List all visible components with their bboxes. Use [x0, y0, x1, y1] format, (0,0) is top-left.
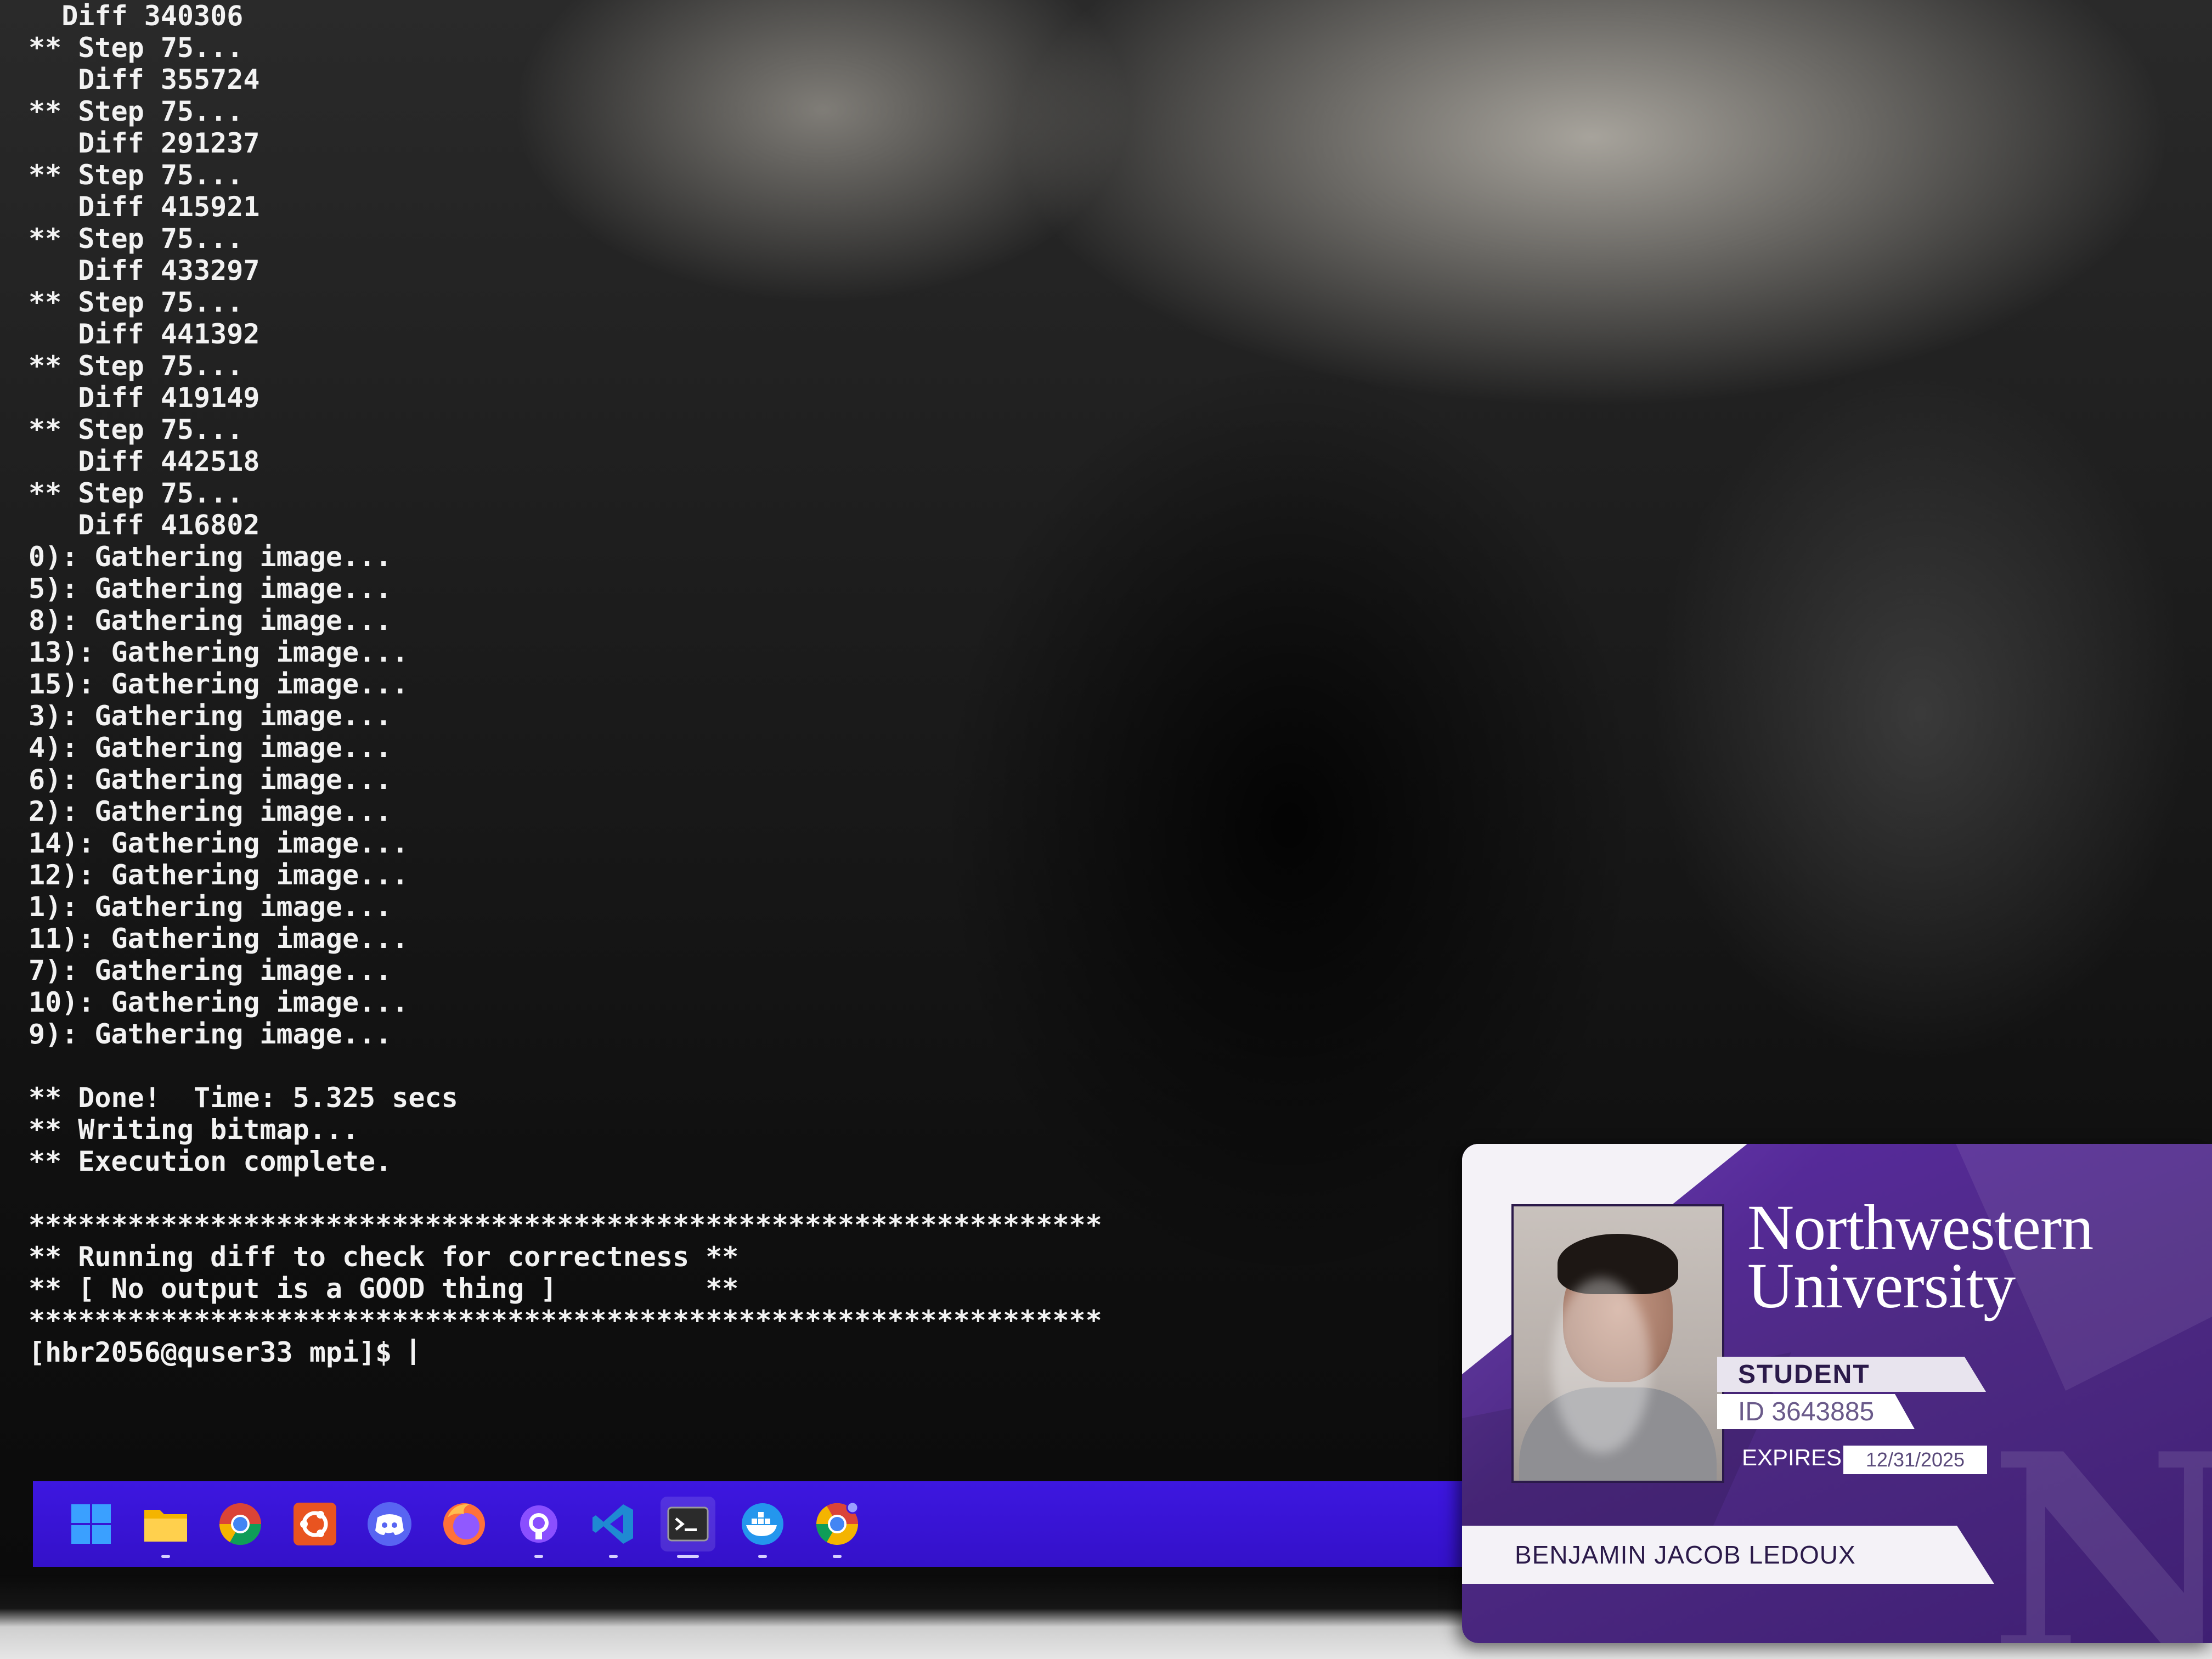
terminal-line: Diff 433297	[29, 255, 260, 286]
taskbar-item-firefox[interactable]	[437, 1497, 492, 1551]
terminal-line: Diff 355724	[29, 64, 260, 95]
taskbar-item-chrome[interactable]	[213, 1497, 268, 1551]
terminal-line: 7): Gathering image...	[29, 955, 392, 986]
taskbar-item-vscode[interactable]	[586, 1497, 641, 1558]
terminal-line: 6): Gathering image...	[29, 764, 392, 795]
running-indicator	[833, 1555, 842, 1558]
terminal-line: 1): Gathering image...	[29, 891, 392, 923]
taskbar-item-github-desktop[interactable]	[511, 1497, 566, 1558]
file-explorer-icon	[144, 1510, 187, 1542]
university-name: Northwestern University	[1747, 1192, 2094, 1322]
discord-icon	[368, 1502, 411, 1546]
taskbar-item-chrome-canary[interactable]	[810, 1497, 865, 1558]
taskbar-item-start[interactable]	[64, 1497, 119, 1551]
terminal-line: ** Step 75...	[29, 414, 244, 445]
taskbar-item-ubuntu[interactable]	[287, 1497, 342, 1551]
terminal-line: 5): Gathering image...	[29, 573, 392, 605]
running-indicator	[161, 1555, 170, 1558]
terminal-line: Diff 419149	[29, 382, 260, 414]
expires-date: 12/31/2025	[1843, 1446, 1987, 1474]
terminal-line: ** Done! Time: 5.325 secs	[29, 1082, 458, 1114]
terminal-line: 0): Gathering image...	[29, 541, 392, 573]
terminal-icon	[667, 1506, 709, 1542]
docker-icon	[742, 1503, 783, 1545]
shell-prompt: [hbr2056@quser33 mpi]$	[29, 1336, 409, 1368]
terminal-line: 2): Gathering image...	[29, 795, 392, 827]
id-photo	[1511, 1204, 1724, 1483]
student-id-card: N Northwestern University STUDENT ID 364…	[1462, 1144, 2212, 1643]
terminal-line: 3): Gathering image...	[29, 700, 392, 732]
role-badge: STUDENT	[1717, 1357, 1986, 1392]
terminal-line: 9): Gathering image...	[29, 1018, 392, 1050]
github-desktop-icon	[520, 1505, 557, 1543]
taskbar-item-docker[interactable]	[735, 1497, 790, 1558]
id-number: ID 3643885	[1717, 1394, 1915, 1429]
terminal-line: 10): Gathering image...	[29, 986, 409, 1018]
terminal-line: ****************************************…	[29, 1209, 1102, 1241]
terminal-line: ****************************************…	[29, 1305, 1102, 1336]
terminal-line: 15): Gathering image...	[29, 668, 409, 700]
text-cursor	[411, 1339, 415, 1365]
terminal-line: ** Step 75...	[29, 223, 244, 255]
terminal-line: ** Step 75...	[29, 32, 244, 64]
terminal-line: Diff 416802	[29, 509, 260, 541]
terminal-line: ** Step 75...	[29, 477, 244, 509]
taskbar-item-discord[interactable]	[362, 1497, 417, 1551]
taskbar	[33, 1481, 1470, 1567]
terminal-line: Diff 415921	[29, 191, 260, 223]
terminal-line: 12): Gathering image...	[29, 859, 409, 891]
terminal-line: Diff 441392	[29, 318, 260, 350]
photo-glare	[1552, 1278, 1651, 1453]
vscode-icon	[592, 1504, 633, 1544]
windows-start-icon	[71, 1504, 111, 1544]
terminal-line: Diff 340306	[29, 0, 244, 32]
terminal-line: 11): Gathering image...	[29, 923, 409, 955]
expires-label: EXPIRES	[1742, 1444, 1842, 1470]
terminal-line: ** Step 75...	[29, 286, 244, 318]
running-indicator	[609, 1555, 618, 1558]
terminal-line: 4): Gathering image...	[29, 732, 392, 764]
running-indicator	[534, 1555, 543, 1558]
chrome-icon	[219, 1503, 262, 1545]
terminal-line: Diff 291237	[29, 127, 260, 159]
terminal-line: 14): Gathering image...	[29, 827, 409, 859]
terminal-line: ** Execution complete.	[29, 1146, 392, 1177]
ubuntu-icon	[294, 1503, 336, 1545]
terminal-line: ** Writing bitmap...	[29, 1114, 359, 1146]
terminal-output[interactable]: Diff 340306 ** Step 75... Diff 355724 ** S…	[29, 0, 1510, 1404]
terminal-line: ** Step 75...	[29, 95, 244, 127]
running-indicator	[758, 1555, 767, 1558]
terminal-line: ** Step 75...	[29, 350, 244, 382]
terminal-line: ** Running diff to check for correctness…	[29, 1241, 739, 1273]
taskbar-item-terminal[interactable]	[661, 1497, 715, 1558]
cardholder-name: BENJAMIN JACOB LEDOUX	[1462, 1526, 1994, 1584]
terminal-line: ** Step 75...	[29, 159, 244, 191]
terminal-line: 13): Gathering image...	[29, 636, 409, 668]
card-watermark-letter: N	[1989, 1394, 2212, 1644]
terminal-line: Diff 442518	[29, 445, 260, 477]
terminal-prompt-line[interactable]: [hbr2056@quser33 mpi]$	[29, 1336, 1510, 1368]
running-indicator	[677, 1555, 699, 1558]
chrome-canary-icon	[816, 1501, 859, 1545]
firefox-icon	[443, 1503, 485, 1545]
terminal-line: 8): Gathering image...	[29, 605, 392, 636]
taskbar-item-file-explorer[interactable]	[138, 1497, 193, 1558]
terminal-line: ** [ No output is a GOOD thing ] **	[29, 1273, 739, 1305]
photo-of-laptop-screen: Diff 340306 ** Step 75... Diff 355724 ** S…	[0, 0, 2212, 1659]
